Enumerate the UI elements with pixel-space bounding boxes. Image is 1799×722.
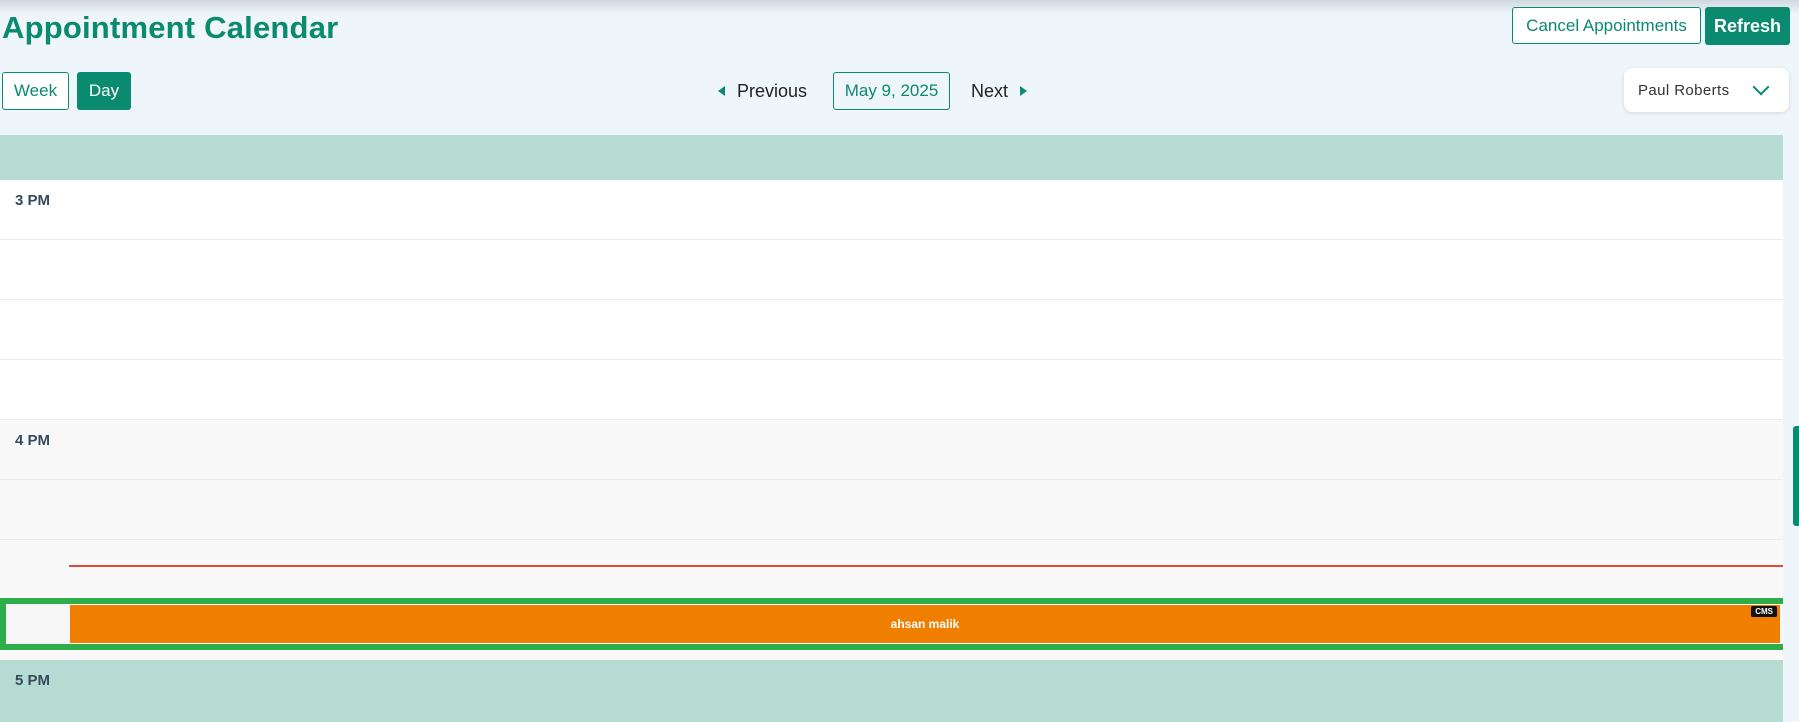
week-view-button[interactable]: Week — [2, 72, 69, 110]
previous-label: Previous — [737, 80, 808, 101]
page: Appointment Calendar Cancel Appointments… — [0, 0, 1799, 722]
appointment-patient-name: ahsan malik — [890, 617, 960, 631]
time-slot[interactable] — [0, 480, 1783, 540]
date-picker-button[interactable]: May 9, 2025 — [833, 72, 950, 110]
current-time-indicator — [69, 565, 1783, 567]
chevron-down-icon — [1752, 78, 1770, 96]
next-label: Next — [971, 80, 1009, 101]
cms-badge: CMS — [1751, 606, 1777, 617]
time-slot[interactable] — [0, 360, 1783, 420]
hour-block-5pm: 5 PM — [0, 660, 1783, 722]
appointment-block[interactable]: ahsan malik CMS — [70, 605, 1780, 643]
caret-right-icon — [1020, 86, 1028, 96]
day-view-button[interactable]: Day — [77, 72, 131, 110]
cancel-appointments-button[interactable]: Cancel Appointments — [1512, 7, 1701, 44]
hour-block-3pm: 3 PM — [0, 180, 1783, 420]
time-slot[interactable] — [0, 540, 1783, 600]
hour-label: 3 PM — [15, 192, 51, 209]
time-slot[interactable] — [0, 240, 1783, 300]
scrollbar-thumb[interactable] — [1793, 426, 1799, 526]
page-title: Appointment Calendar — [2, 10, 339, 45]
hour-label: 4 PM — [15, 432, 51, 449]
hour-label: 5 PM — [15, 672, 51, 689]
provider-select[interactable]: Paul Roberts — [1624, 68, 1789, 112]
next-button[interactable]: Next — [971, 76, 1028, 106]
refresh-button[interactable]: Refresh — [1705, 7, 1790, 45]
provider-select-value: Paul Roberts — [1638, 81, 1730, 99]
calendar-header — [0, 135, 1783, 180]
time-slot[interactable] — [0, 180, 1783, 240]
time-slot[interactable] — [0, 300, 1783, 360]
previous-button[interactable]: Previous — [718, 76, 807, 106]
caret-left-icon — [718, 86, 725, 96]
time-slot[interactable] — [0, 420, 1783, 480]
